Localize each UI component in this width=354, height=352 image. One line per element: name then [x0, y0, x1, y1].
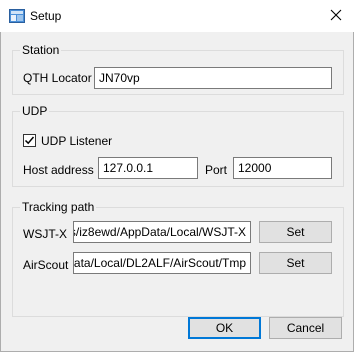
qth-locator-input[interactable]: JN70vp — [94, 67, 332, 89]
window-title: Setup — [30, 9, 62, 23]
close-button[interactable] — [318, 0, 354, 32]
udp-listener-label[interactable]: UDP Listener — [41, 134, 112, 148]
title-bar: Setup — [0, 0, 354, 32]
port-label: Port — [205, 163, 228, 177]
close-icon — [330, 9, 342, 24]
setup-app-icon — [9, 9, 25, 23]
airscout-label: AirScout — [23, 258, 69, 272]
wsjtx-label: WSJT-X — [23, 227, 67, 241]
udp-group-title: UDP — [20, 104, 50, 118]
station-group-title: Station — [20, 43, 62, 57]
cancel-button[interactable]: Cancel — [269, 317, 342, 339]
udp-listener-checkbox[interactable] — [23, 134, 36, 147]
airscout-path-input[interactable]: Data/Local/DL2ALF/AirScout/Tmp — [73, 252, 251, 274]
ok-button[interactable]: OK — [188, 317, 261, 339]
host-address-input[interactable]: 127.0.0.1 — [98, 157, 198, 179]
port-input[interactable]: 12000 — [233, 157, 332, 179]
tracking-path-group-title: Tracking path — [20, 200, 97, 214]
airscout-path-value: Data/Local/DL2ALF/AirScout/Tmp — [73, 256, 246, 270]
qth-locator-label: QTH Locator — [23, 71, 92, 85]
dialog-body: Station QTH Locator JN70vp UDP UDP Liste… — [0, 32, 354, 352]
host-address-label: Host address — [23, 163, 94, 177]
airscout-set-button[interactable]: Set — [259, 252, 332, 274]
checkmark-icon — [24, 136, 35, 145]
wsjtx-set-button[interactable]: Set — [259, 221, 332, 243]
wsjtx-path-value: s/iz8ewd/AppData/Local/WSJT-X — [73, 225, 246, 239]
wsjtx-path-input[interactable]: s/iz8ewd/AppData/Local/WSJT-X — [73, 221, 251, 243]
